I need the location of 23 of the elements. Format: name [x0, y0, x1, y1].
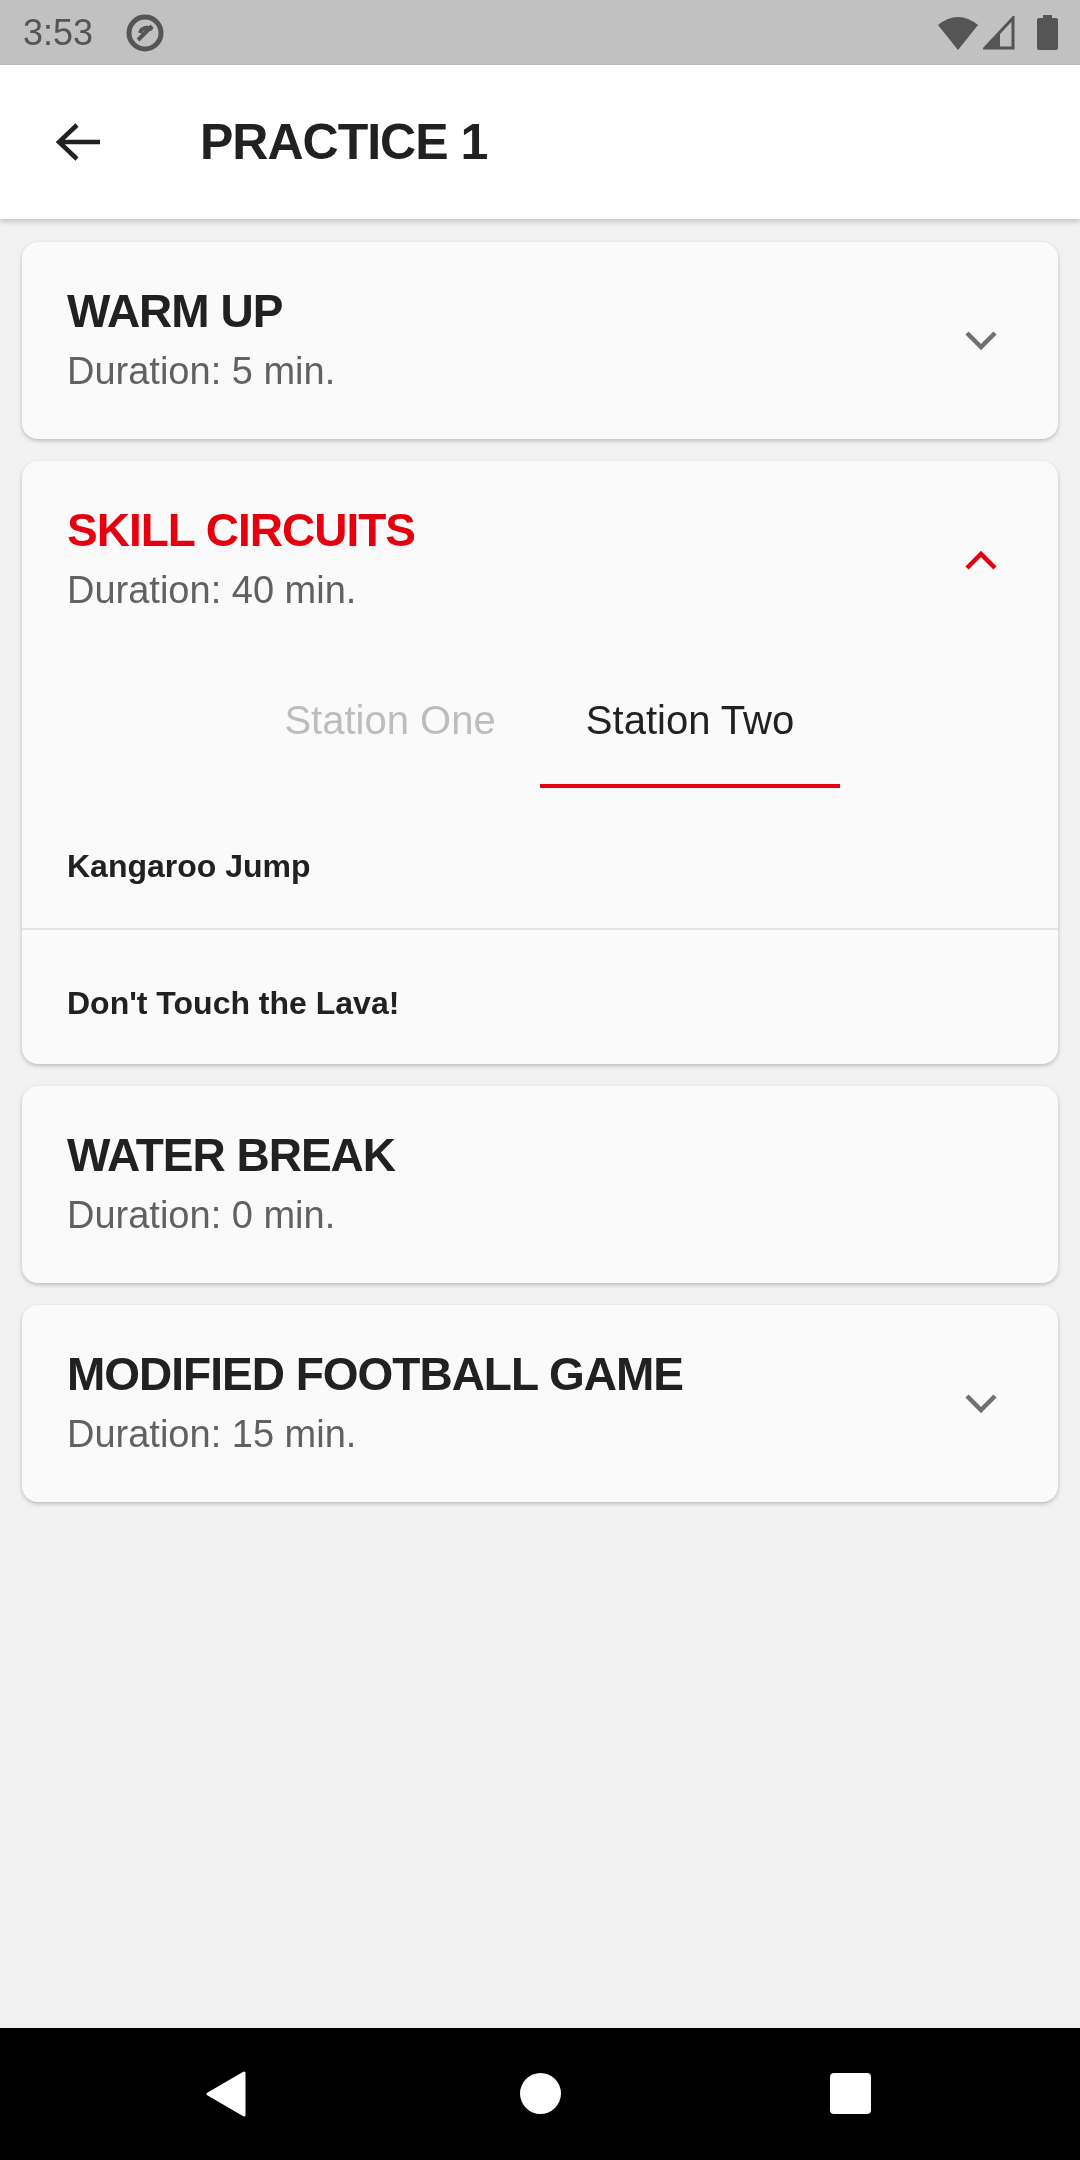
section-duration: Duration: 40 min. [67, 568, 358, 613]
tab[interactable]: Station Two [540, 658, 840, 788]
chevron-down-icon[interactable] [965, 330, 997, 351]
section-title: MODIFIED FOOTBALL GAME [67, 1348, 684, 1401]
chevron-down-icon[interactable] [965, 1393, 997, 1414]
activity-item[interactable]: Kangaroo Jump [22, 788, 1058, 928]
home-icon[interactable] [520, 2073, 561, 2114]
section-title: SKILL CIRCUITS [67, 504, 417, 557]
back-icon[interactable] [206, 2071, 246, 2117]
status-time: 3:53 [23, 14, 94, 51]
chevron-up-icon[interactable] [965, 549, 997, 570]
battery-icon [1037, 15, 1058, 50]
page-title: PRACTICE 1 [200, 114, 488, 170]
signal-icon [983, 15, 1015, 50]
section-duration: Duration: 0 min. [67, 1193, 337, 1238]
section-title: WATER BREAK [67, 1129, 397, 1182]
section-duration: Duration: 5 min. [67, 349, 337, 394]
section-title: WARM UP [67, 285, 284, 338]
activity-item[interactable]: Don't Touch the Lava! [22, 928, 1058, 1064]
back-arrow-icon[interactable] [55, 122, 101, 162]
section-duration: Duration: 15 min. [67, 1412, 358, 1457]
wifi-icon [938, 15, 978, 50]
ring-icon [126, 13, 165, 52]
